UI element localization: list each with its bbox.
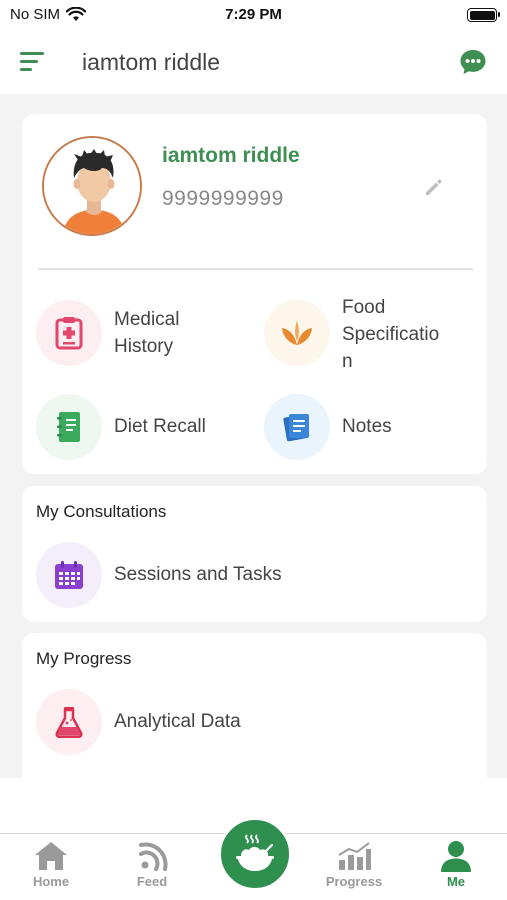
tile-label-line2: History: [114, 336, 174, 357]
nav-label: Me: [446, 874, 466, 889]
edit-icon[interactable]: [423, 176, 445, 198]
tile-label-line3: n: [342, 351, 353, 372]
chat-icon[interactable]: [459, 48, 487, 76]
center-food-button[interactable]: [219, 818, 291, 890]
battery-icon: [467, 8, 500, 22]
sessions-and-tasks-item[interactable]: Sessions and Tasks: [36, 542, 466, 608]
tile-label-line1: Food: [342, 297, 386, 318]
food-bowl-icon: [236, 834, 274, 871]
profile-name: iamtom riddle: [162, 144, 300, 167]
header-title: iamtom riddle: [82, 49, 221, 75]
profile-card: iamtom riddle 9999999999 Medical History: [22, 114, 487, 474]
content-area: iamtom riddle 9999999999 Medical History: [0, 94, 507, 778]
leaf-icon: [264, 300, 330, 366]
divider: [38, 268, 473, 270]
progress-card: My Progress Analytical Data: [22, 633, 487, 778]
nav-label: Home: [32, 874, 70, 889]
sessions-label: Sessions and Tasks: [114, 564, 282, 585]
tile-medical-history[interactable]: Medical History: [36, 300, 246, 370]
tile-diet-recall[interactable]: Diet Recall: [36, 394, 246, 460]
flask-icon: [36, 689, 102, 755]
analytical-data-item[interactable]: Analytical Data: [36, 689, 466, 755]
avatar-illustration: [44, 138, 140, 234]
nav-label: Progress: [325, 874, 383, 889]
status-bar: No SIM 7:29 PM: [0, 0, 507, 30]
bottom-nav: Home Feed Progress Me: [0, 778, 507, 900]
tile-label-line1: Medical: [114, 309, 180, 330]
nav-home[interactable]: Home: [11, 840, 91, 889]
section-title: My Consultations: [36, 502, 167, 521]
tile-notes[interactable]: Notes: [264, 394, 479, 460]
home-icon: [35, 842, 67, 870]
nav-me[interactable]: Me: [416, 840, 496, 889]
notes-icon: [264, 394, 330, 460]
tile-label: Notes: [342, 416, 392, 437]
avatar[interactable]: [42, 136, 142, 236]
user-icon: [441, 841, 471, 872]
analytical-label: Analytical Data: [114, 711, 241, 732]
profile-phone: 9999999999: [162, 187, 284, 210]
section-title: My Progress: [36, 649, 132, 668]
tile-food-specification[interactable]: Food Specificatio n: [264, 297, 479, 380]
clipboard-icon: [36, 300, 102, 366]
feed-icon: [139, 842, 168, 871]
nav-feed[interactable]: Feed: [112, 840, 192, 889]
tile-label: Diet Recall: [114, 416, 206, 437]
bar-chart-icon: [338, 842, 371, 870]
menu-icon[interactable]: [20, 50, 48, 74]
consultations-card: My Consultations Sessions and Tasks: [22, 486, 487, 622]
calendar-icon: [36, 542, 102, 608]
notebook-icon: [36, 394, 102, 460]
status-time: 7:29 PM: [225, 6, 282, 23]
tile-label-line2: Specificatio: [342, 324, 440, 345]
app-header: iamtom riddle: [0, 30, 507, 94]
nav-label: Feed: [136, 874, 168, 889]
nav-progress[interactable]: Progress: [314, 840, 394, 889]
